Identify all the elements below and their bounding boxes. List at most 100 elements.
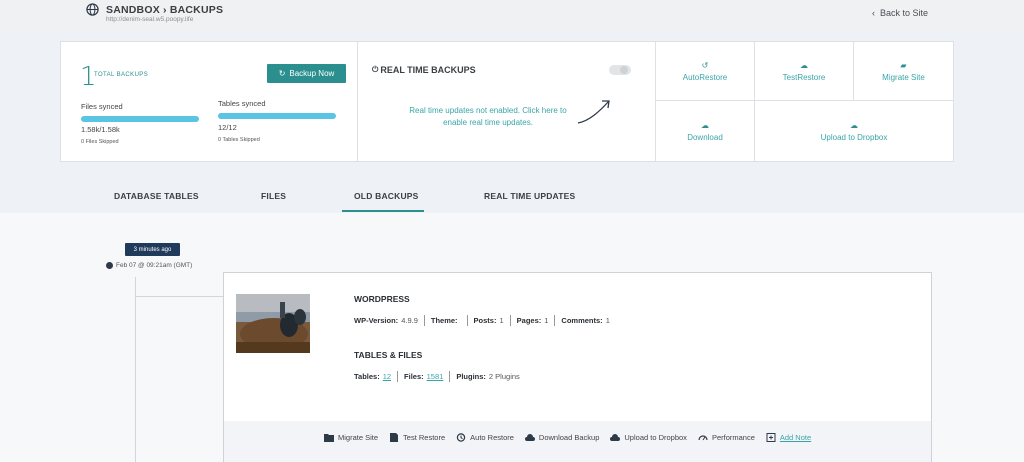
files-skipped: 0 Files Skipped — [81, 139, 119, 145]
upload-dropbox-action[interactable]: Upload to Dropbox — [610, 433, 687, 442]
site-url: http://denim-seal.w5.poopy.life — [106, 16, 194, 23]
auto-restore-action[interactable]: Auto Restore — [456, 433, 514, 442]
globe-icon — [86, 3, 99, 16]
chevron-left-icon: ‹ — [872, 8, 875, 18]
files-progress-bar — [81, 116, 199, 122]
tab-files[interactable]: FILES — [261, 191, 286, 201]
tables-count-link[interactable]: 12 — [383, 372, 391, 381]
divider — [509, 315, 511, 326]
backup-now-button[interactable]: ↻ Backup Now — [267, 64, 346, 83]
backup-now-label: Backup Now — [289, 69, 335, 78]
upload-dropbox-label: Upload to Dropbox — [820, 132, 888, 142]
restore-icon: ↺ — [701, 60, 709, 70]
add-note-action[interactable]: Add Note — [766, 433, 811, 442]
tab-old-backups[interactable]: OLD BACKUPS — [354, 191, 419, 201]
pages-label: Pages: — [516, 316, 542, 325]
tables-progress-bar — [218, 113, 336, 119]
upload-dropbox-action-label: Upload to Dropbox — [624, 433, 687, 442]
clock-icon — [106, 262, 113, 269]
tables-skipped: 0 Tables Skipped — [218, 137, 260, 143]
auto-restore-action-label: Auto Restore — [470, 433, 514, 442]
migrate-site-label: Migrate Site — [882, 72, 925, 82]
cloud-download-icon: ☁ — [701, 120, 709, 130]
backup-actions: Migrate Site Test Restore Auto Restore D… — [324, 433, 811, 442]
history-icon — [456, 433, 466, 442]
test-restore-label: TestRestore — [782, 72, 826, 82]
cloud-sync-icon: ☁ — [800, 60, 808, 70]
add-note-action-label: Add Note — [779, 433, 812, 442]
upload-dropbox-button[interactable]: ☁ Upload to Dropbox — [755, 101, 953, 161]
gauge-icon — [698, 435, 708, 441]
realtime-toggle[interactable] — [609, 65, 631, 75]
auto-restore-label: AutoRestore — [682, 72, 728, 82]
back-to-site-label: Back to Site — [880, 8, 929, 18]
refresh-icon: ↻ — [278, 69, 286, 78]
realtime-backups-section: ⏻ REAL TIME BACKUPS Real time updates no… — [358, 42, 656, 161]
note-add-icon — [766, 433, 776, 442]
divider — [423, 315, 425, 326]
wp-version-label: WP-Version: — [354, 316, 399, 325]
migrate-site-button[interactable]: ▰ Migrate Site — [854, 42, 953, 101]
performance-action-label: Performance — [711, 433, 755, 442]
test-restore-action-label: Test Restore — [403, 433, 446, 442]
files-synced-label: Files synced — [81, 102, 123, 111]
backup-date-row: Feb 07 @ 09:21am (GMT) — [106, 262, 192, 269]
divider — [554, 315, 556, 326]
page-title: SANDBOX › BACKUPS — [106, 4, 224, 16]
divider — [397, 371, 399, 382]
folder-move-icon: ▰ — [900, 60, 907, 70]
auto-restore-button[interactable]: ↺ AutoRestore — [656, 42, 755, 101]
plugins-label: Plugins: — [456, 372, 486, 381]
migrate-site-action[interactable]: Migrate Site — [324, 433, 378, 442]
migrate-site-action-label: Migrate Site — [338, 433, 379, 442]
wp-version-value: 4.9.9 — [401, 316, 418, 325]
tab-database-tables[interactable]: DATABASE TABLES — [114, 191, 199, 201]
download-button[interactable]: ☁ Download — [656, 101, 755, 161]
tables-synced-label: Tables synced — [218, 99, 266, 108]
download-label: Download — [687, 132, 723, 142]
toggle-knob — [620, 66, 628, 74]
summary-panel: 1 TOTAL BACKUPS ↻ Backup Now Files synce… — [60, 41, 954, 162]
plugins-value: 2 Plugins — [488, 372, 520, 381]
files-label: Files: — [404, 372, 424, 381]
realtime-enable-link[interactable]: Real time updates not enabled. Click her… — [398, 105, 578, 129]
folder-move-icon — [324, 434, 334, 442]
backup-card: WORDPRESS WP-Version: 4.9.9 Theme: Posts… — [223, 272, 932, 462]
backup-date: Feb 07 @ 09:21am (GMT) — [116, 262, 193, 269]
theme-label: Theme: — [430, 316, 458, 325]
divider — [466, 315, 468, 326]
timeline-line — [135, 277, 136, 462]
timeline-connector — [135, 296, 224, 297]
test-restore-action[interactable]: Test Restore — [389, 433, 445, 442]
site-thumbnail — [236, 294, 310, 353]
download-backup-action[interactable]: Download Backup — [524, 433, 600, 442]
divider — [449, 371, 451, 382]
tables-synced-value: 12/12 — [218, 123, 237, 132]
cloud-download-icon — [524, 434, 535, 441]
files-synced-value: 1.58k/1.58k — [81, 125, 120, 134]
cloud-upload-icon — [610, 434, 621, 441]
realtime-title: REAL TIME BACKUPS — [380, 65, 476, 75]
arrow-icon — [577, 100, 610, 124]
tables-label: Tables: — [354, 372, 380, 381]
posts-value: 1 — [499, 316, 504, 325]
power-icon: ⏻ — [372, 65, 379, 74]
test-restore-button[interactable]: ☁ TestRestore — [755, 42, 854, 101]
download-backup-action-label: Download Backup — [538, 433, 600, 442]
comments-value: 1 — [605, 316, 610, 325]
comments-label: Comments: — [561, 316, 603, 325]
cloud-upload-icon: ☁ — [850, 120, 858, 130]
time-ago-badge: 3 minutes ago — [125, 243, 180, 256]
performance-action[interactable]: Performance — [698, 433, 755, 442]
pages-value: 1 — [544, 316, 549, 325]
backups-summary: 1 TOTAL BACKUPS ↻ Backup Now Files synce… — [61, 42, 358, 161]
tables-files-meta: Tables: 12 Files: 1581 Plugins: 2 Plugin… — [354, 371, 520, 382]
file-check-icon — [390, 433, 399, 442]
posts-label: Posts: — [473, 316, 497, 325]
wordpress-heading: WORDPRESS — [354, 294, 410, 304]
tab-real-time-updates[interactable]: REAL TIME UPDATES — [484, 191, 575, 201]
tables-files-heading: TABLES & FILES — [354, 350, 423, 360]
active-tab-indicator — [342, 210, 424, 212]
files-count-link[interactable]: 1581 — [427, 372, 444, 381]
back-to-site-link[interactable]: ‹ Back to Site — [872, 8, 928, 18]
